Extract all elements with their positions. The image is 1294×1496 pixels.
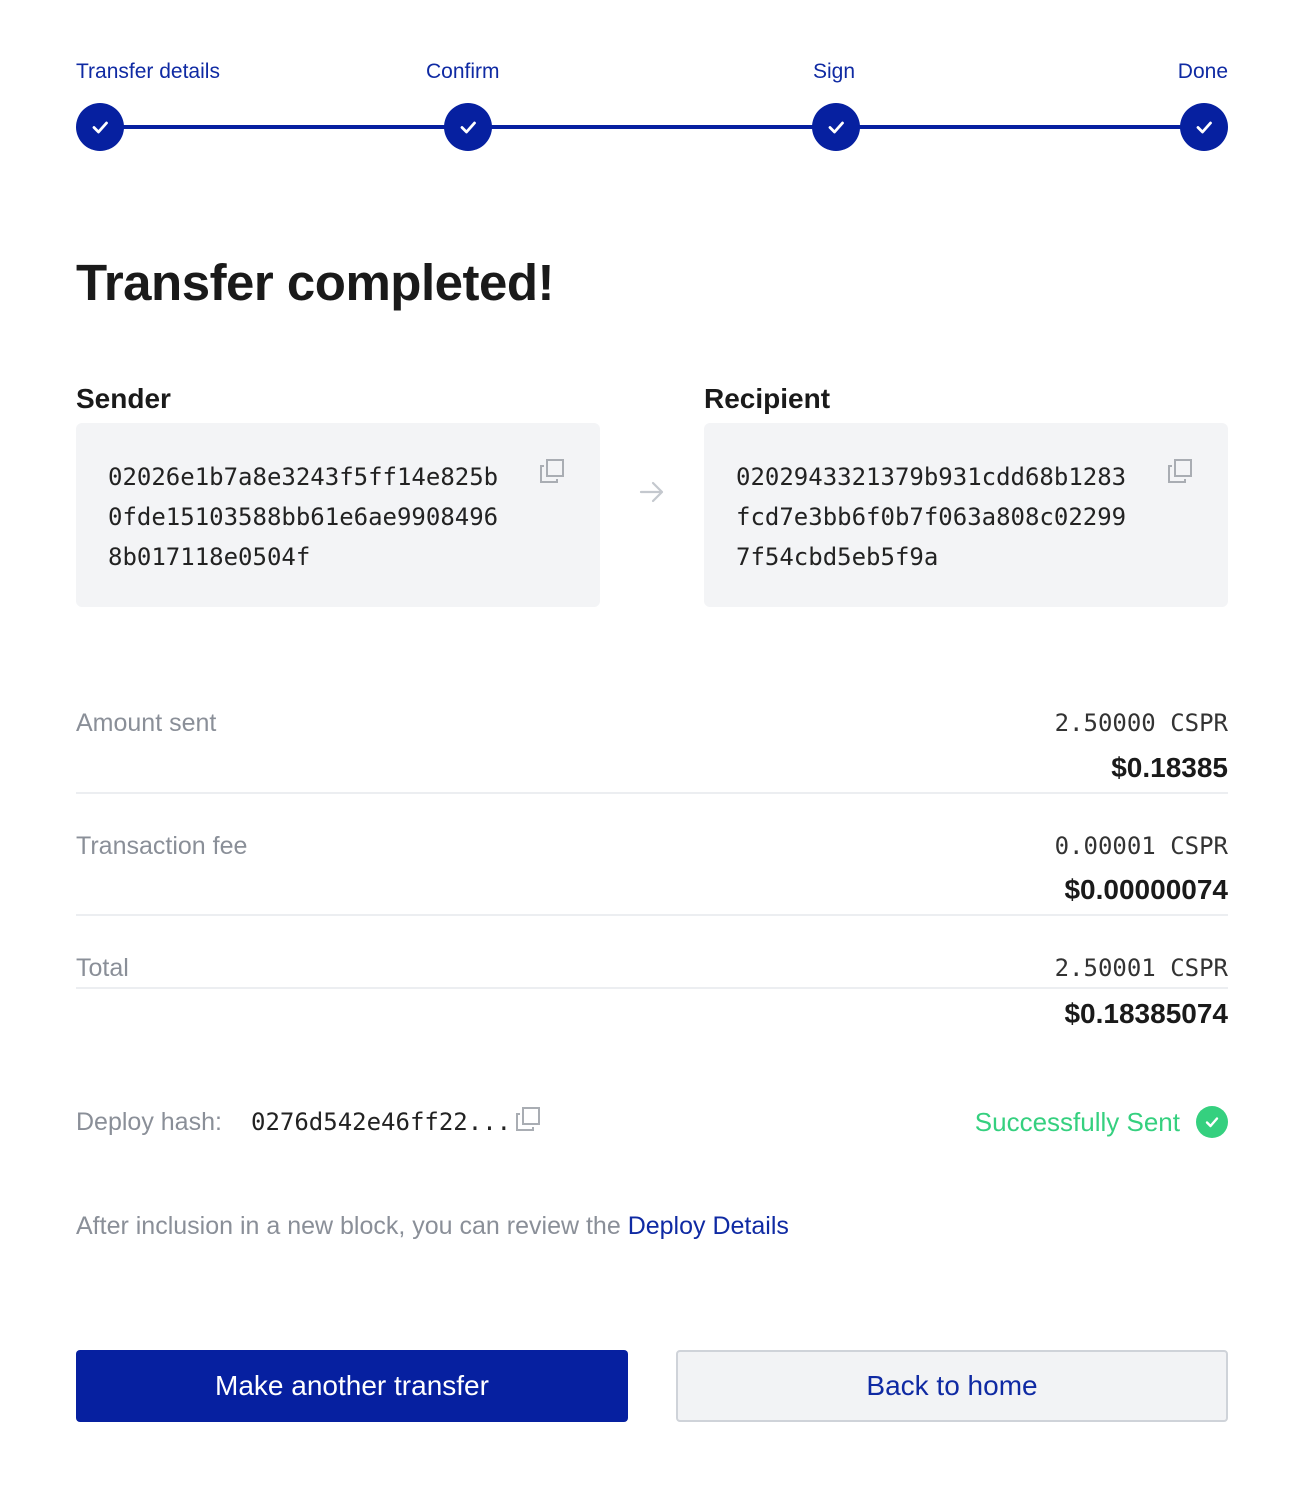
total-cspr: 2.50001 CSPR: [1054, 954, 1228, 982]
deploy-hash-value: 0276d542e46ff22...: [251, 1108, 512, 1136]
check-circle-icon: [1196, 1106, 1228, 1138]
divider: [76, 792, 1228, 794]
amount-sent-cspr: 2.50000 CSPR: [1054, 709, 1228, 737]
deploy-details-note: After inclusion in a new block, you can …: [76, 1209, 789, 1243]
copy-icon[interactable]: [1166, 457, 1194, 485]
transaction-fee-label: Transaction fee: [76, 832, 248, 860]
check-icon: [92, 121, 108, 134]
check-icon: [828, 121, 844, 134]
amount-sent-row: Amount sent 2.50000 CSPR $0.18385: [76, 707, 1228, 787]
step-label-sign: Sign: [813, 60, 856, 83]
arrow-right-icon: [639, 481, 664, 503]
check-icon: [1196, 121, 1212, 134]
step-dot-sign: [812, 103, 860, 151]
check-icon: [460, 121, 476, 134]
recipient-public-key: 0202943321379b931cdd68b1283fcd7e3bb6f0b7…: [736, 463, 1127, 571]
divider: [76, 987, 1228, 989]
step-dot-confirm: [444, 103, 492, 151]
step-label-confirm: Confirm: [426, 60, 500, 83]
amount-sent-label: Amount sent: [76, 709, 217, 737]
note-text: After inclusion in a new block, you can …: [76, 1212, 628, 1240]
make-another-transfer-button[interactable]: Make another transfer: [76, 1350, 628, 1422]
back-to-home-button[interactable]: Back to home: [676, 1350, 1228, 1422]
deploy-hash-label: Deploy hash:: [76, 1108, 222, 1136]
recipient-key-box: 0202943321379b931cdd68b1283fcd7e3bb6f0b7…: [704, 423, 1228, 607]
total-row: Total 2.50001 CSPR $0.18385074: [76, 952, 1228, 1032]
transaction-fee-usd: $0.00000074: [1064, 874, 1228, 905]
status-text: Successfully Sent: [974, 1107, 1180, 1137]
copy-icon[interactable]: [538, 457, 566, 485]
transaction-fee-cspr: 0.00001 CSPR: [1054, 832, 1228, 860]
total-label: Total: [76, 954, 129, 982]
copy-icon[interactable]: [514, 1105, 542, 1133]
step-label-transfer-details: Transfer details: [76, 60, 220, 83]
step-label-done: Done: [1177, 60, 1228, 83]
recipient-label: Recipient: [704, 383, 831, 414]
sender-label: Sender: [76, 383, 171, 414]
deploy-status: Successfully Sent: [975, 1105, 1228, 1139]
stepper-line: [100, 125, 1204, 129]
sender-key-box: 02026e1b7a8e3243f5ff14e825b0fde15103588b…: [76, 423, 600, 607]
step-dot-done: [1180, 103, 1228, 151]
progress-stepper: Transfer details Confirm Sign Done: [76, 58, 1228, 154]
divider: [76, 914, 1228, 916]
sender-public-key: 02026e1b7a8e3243f5ff14e825b0fde15103588b…: [108, 463, 499, 571]
amount-sent-usd: $0.18385: [1111, 752, 1228, 783]
page-title: Transfer completed!: [76, 254, 554, 311]
total-usd: $0.18385074: [1064, 998, 1228, 1029]
step-dot-transfer-details: [76, 103, 124, 151]
transaction-fee-row: Transaction fee 0.00001 CSPR $0.00000074: [76, 830, 1228, 910]
deploy-details-link[interactable]: Deploy Details: [628, 1212, 789, 1240]
